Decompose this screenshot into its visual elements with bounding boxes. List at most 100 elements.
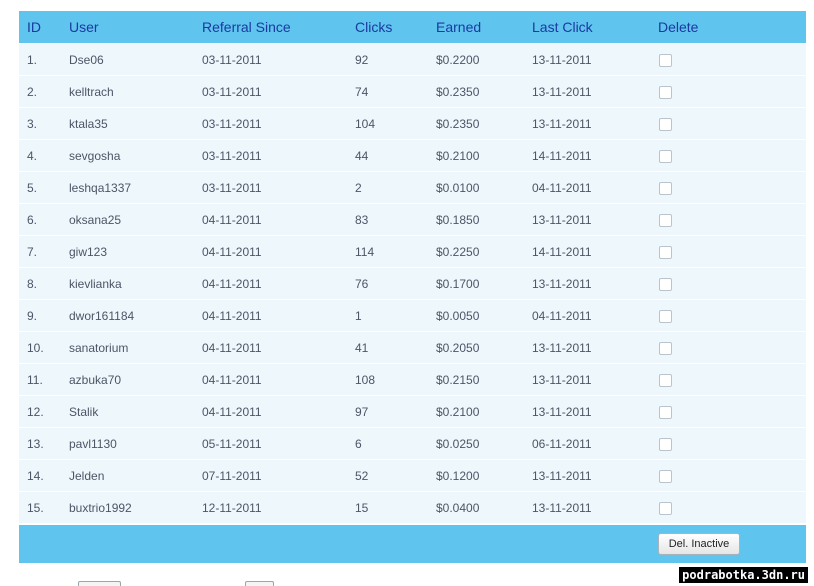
cell-user[interactable]: sevgosha <box>69 149 202 163</box>
cell-delete <box>658 308 806 323</box>
table-row: 15. buxtrio1992 12-11-2011 15 $0.0400 13-11-2… <box>19 492 806 524</box>
table-row: 11. azbuka70 04-11-2011 108 $0.2150 13-11-201… <box>19 364 806 396</box>
cell-user[interactable]: kievlianka <box>69 277 202 291</box>
cell-id: 8. <box>27 276 38 291</box>
pager-control-right[interactable] <box>245 581 274 586</box>
cell-last-click: 13-11-2011 <box>532 372 592 387</box>
table-row: 6. oksana25 04-11-2011 83 $0.1850 13-11-2011 <box>19 204 806 236</box>
cell-clicks: 104 <box>355 116 376 131</box>
delete-checkbox[interactable] <box>659 405 672 419</box>
delete-checkbox[interactable] <box>659 277 672 291</box>
table-row: 9. dwor161184 04-11-2011 1 $0.0050 04-11-2011 <box>19 300 806 332</box>
cell-delete <box>658 52 806 67</box>
delete-checkbox[interactable] <box>659 245 672 259</box>
cell-referral-since: 04-11-2011 <box>202 276 262 291</box>
delete-checkbox[interactable] <box>659 469 672 483</box>
delete-checkbox[interactable] <box>659 85 672 99</box>
cell-referral-since: 03-11-2011 <box>202 52 262 67</box>
table-row: 10. sanatorium 04-11-2011 41 $0.2050 13-11-20… <box>19 332 806 364</box>
table-row: 14. Jelden 07-11-2011 52 $0.1200 13-11-2011 <box>19 460 806 492</box>
cell-user[interactable]: kelltrach <box>69 85 202 99</box>
cell-user[interactable]: azbuka70 <box>69 373 202 387</box>
cell-user[interactable]: Dse06 <box>69 53 202 67</box>
cell-earned: $0.2350 <box>436 116 480 131</box>
cell-user[interactable]: pavl1130 <box>69 437 202 451</box>
cell-last-click: 13-11-2011 <box>532 500 592 515</box>
table-footer: Del. Inactive <box>19 525 806 563</box>
cell-referral-since: 12-11-2011 <box>202 500 262 515</box>
cell-last-click: 13-11-2011 <box>532 212 592 227</box>
table-body: 1. Dse06 03-11-2011 92 $0.2200 13-11-2011 2. ke… <box>19 43 806 524</box>
cell-clicks: 76 <box>355 276 369 291</box>
del-inactive-button[interactable]: Del. Inactive <box>658 533 740 555</box>
cell-user[interactable]: leshqa1337 <box>69 181 202 195</box>
cell-earned: $0.2150 <box>436 372 480 387</box>
header-last-click[interactable]: Last Click <box>532 19 658 35</box>
cell-earned: $0.1700 <box>436 276 480 291</box>
cell-clicks: 92 <box>355 52 369 67</box>
cell-id: 11. <box>27 372 43 387</box>
cell-earned: $0.2200 <box>436 52 480 67</box>
cell-last-click: 14-11-2011 <box>532 148 592 163</box>
cell-earned: $0.0250 <box>436 436 480 451</box>
cell-user[interactable]: oksana25 <box>69 213 202 227</box>
cell-user[interactable]: giw123 <box>69 245 202 259</box>
cell-user[interactable]: buxtrio1992 <box>69 501 202 515</box>
referrals-table: ID User Referral Since Clicks Earned Las… <box>19 11 806 563</box>
cell-user[interactable]: sanatorium <box>69 341 202 355</box>
cell-last-click: 04-11-2011 <box>532 308 592 323</box>
delete-checkbox[interactable] <box>659 309 672 323</box>
cell-referral-since: 04-11-2011 <box>202 244 262 259</box>
cell-user[interactable]: ktala35 <box>69 117 202 131</box>
header-clicks[interactable]: Clicks <box>355 19 436 35</box>
delete-checkbox[interactable] <box>659 53 672 67</box>
cell-earned: $0.2350 <box>436 84 480 99</box>
delete-checkbox[interactable] <box>659 149 672 163</box>
table-row: 13. pavl1130 05-11-2011 6 $0.0250 06-11-2011 <box>19 428 806 460</box>
header-referral-since[interactable]: Referral Since <box>202 19 355 35</box>
delete-checkbox[interactable] <box>659 181 672 195</box>
cell-clicks: 74 <box>355 84 369 99</box>
cell-last-click: 04-11-2011 <box>532 180 592 195</box>
referrals-page: ID User Referral Since Clicks Earned Las… <box>0 0 814 586</box>
cell-delete <box>658 404 806 419</box>
cell-referral-since: 04-11-2011 <box>202 340 262 355</box>
cell-user[interactable]: dwor161184 <box>69 309 202 323</box>
table-header: ID User Referral Since Clicks Earned Las… <box>19 11 806 43</box>
cell-clicks: 52 <box>355 468 369 483</box>
watermark: podrabotka.3dn.ru <box>679 567 808 583</box>
cell-delete <box>658 276 806 291</box>
cell-delete <box>658 500 806 515</box>
pager-control-left[interactable] <box>78 581 121 586</box>
cell-clicks: 1 <box>355 308 362 323</box>
cell-clicks: 2 <box>355 180 362 195</box>
cell-user[interactable]: Jelden <box>69 469 202 483</box>
delete-checkbox[interactable] <box>659 501 672 515</box>
cell-clicks: 108 <box>355 372 376 387</box>
cell-user[interactable]: Stalik <box>69 405 202 419</box>
cell-clicks: 44 <box>355 148 369 163</box>
header-earned[interactable]: Earned <box>436 19 532 35</box>
cell-id: 3. <box>27 116 38 131</box>
delete-checkbox[interactable] <box>659 373 672 387</box>
delete-checkbox[interactable] <box>659 437 672 451</box>
delete-checkbox[interactable] <box>659 213 672 227</box>
cell-earned: $0.0050 <box>436 308 480 323</box>
table-row: 2. kelltrach 03-11-2011 74 $0.2350 13-11-2011 <box>19 76 806 108</box>
cell-referral-since: 03-11-2011 <box>202 84 262 99</box>
header-delete: Delete <box>658 19 699 35</box>
cell-last-click: 13-11-2011 <box>532 276 592 291</box>
delete-checkbox[interactable] <box>659 117 672 131</box>
cell-delete <box>658 84 806 99</box>
cell-referral-since: 05-11-2011 <box>202 436 262 451</box>
cell-clicks: 114 <box>355 244 375 259</box>
cell-id: 5. <box>27 180 38 195</box>
cell-id: 13. <box>27 436 44 451</box>
cell-delete <box>658 116 806 131</box>
table-row: 1. Dse06 03-11-2011 92 $0.2200 13-11-2011 <box>19 43 806 76</box>
cell-id: 14. <box>27 468 44 483</box>
delete-checkbox[interactable] <box>659 341 672 355</box>
cell-last-click: 06-11-2011 <box>532 436 592 451</box>
header-user[interactable]: User <box>69 19 202 35</box>
table-row: 12. Stalik 04-11-2011 97 $0.2100 13-11-2011 <box>19 396 806 428</box>
